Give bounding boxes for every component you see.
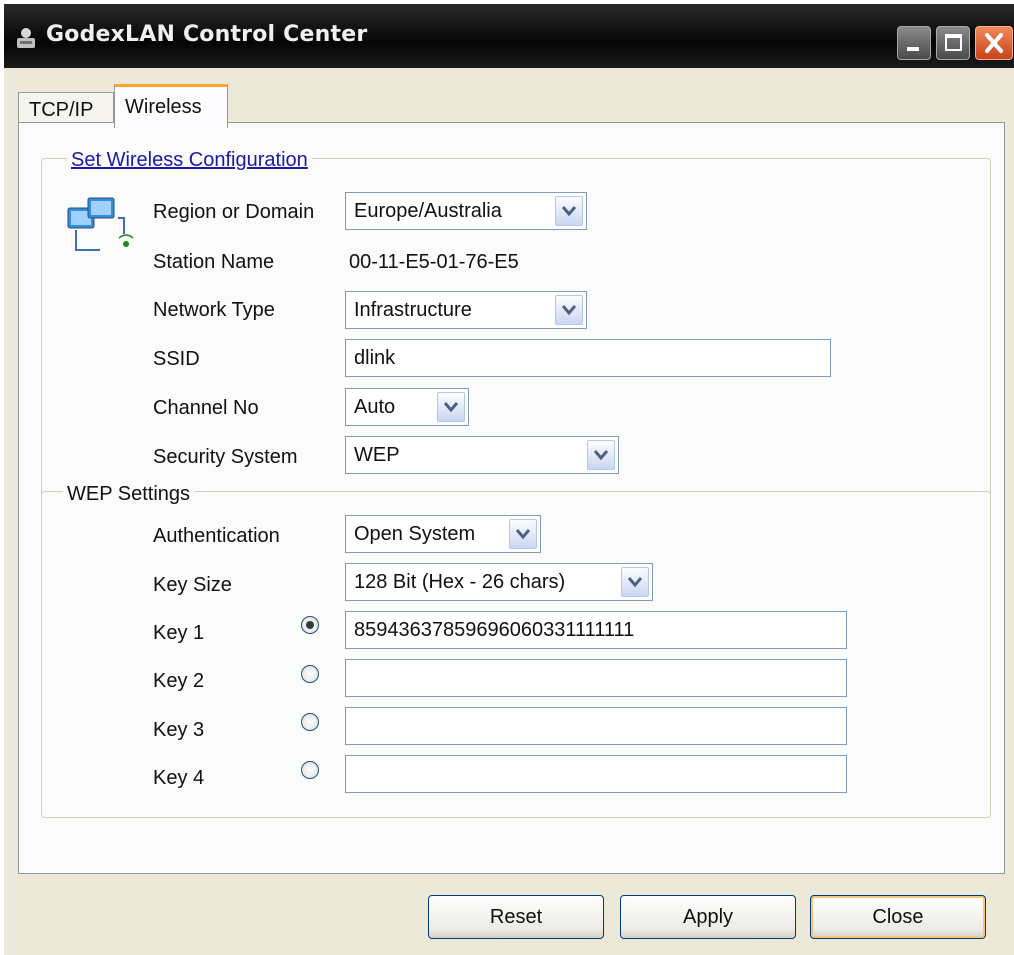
authentication-label: Authentication bbox=[153, 525, 280, 547]
key-3-input[interactable] bbox=[345, 707, 847, 745]
security-value: WEP bbox=[354, 444, 400, 466]
title-bar[interactable]: GodexLAN Control Center bbox=[4, 4, 1014, 68]
network-type-select[interactable]: Infrastructure bbox=[345, 291, 587, 329]
network-type-value: Infrastructure bbox=[354, 299, 472, 321]
close-icon bbox=[985, 33, 1003, 53]
key-4-label: Key 4 bbox=[153, 767, 205, 789]
wep-settings-legend: WEP Settings bbox=[63, 483, 195, 506]
station-name-label: Station Name bbox=[153, 251, 275, 273]
minimize-button[interactable] bbox=[897, 26, 931, 60]
network-type-label: Network Type bbox=[153, 299, 275, 321]
security-label: Security System bbox=[153, 446, 298, 468]
key-size-value: 128 Bit (Hex - 26 chars) bbox=[354, 571, 566, 593]
apply-button[interactable]: Apply bbox=[620, 895, 796, 939]
chevron-down-icon[interactable] bbox=[587, 440, 615, 470]
chevron-down-icon[interactable] bbox=[555, 295, 583, 325]
close-window-button[interactable] bbox=[975, 26, 1013, 60]
key-2-radio[interactable] bbox=[301, 665, 319, 683]
key-2-label: Key 2 bbox=[153, 670, 205, 692]
network-computers-icon bbox=[64, 194, 136, 265]
tab-tcp-ip[interactable]: TCP/IP bbox=[18, 92, 114, 126]
region-select[interactable]: Europe/Australia bbox=[345, 192, 587, 230]
chevron-down-icon[interactable] bbox=[555, 196, 583, 226]
authentication-value: Open System bbox=[354, 523, 476, 545]
key-2-input[interactable] bbox=[345, 659, 847, 697]
control-center-window: GodexLAN Control Center TCP/IP Wireless … bbox=[4, 4, 1014, 955]
region-value: Europe/Australia bbox=[354, 200, 502, 222]
channel-value: Auto bbox=[354, 396, 396, 418]
chevron-down-icon[interactable] bbox=[621, 567, 649, 597]
ssid-label: SSID bbox=[153, 348, 200, 370]
security-select[interactable]: WEP bbox=[345, 436, 619, 474]
close-button[interactable]: Close bbox=[810, 895, 986, 939]
chevron-down-icon[interactable] bbox=[509, 519, 537, 549]
key-3-label: Key 3 bbox=[153, 719, 205, 741]
chevron-down-icon[interactable] bbox=[437, 392, 465, 422]
key-size-select[interactable]: 128 Bit (Hex - 26 chars) bbox=[345, 563, 653, 601]
key-1-label: Key 1 bbox=[153, 622, 205, 644]
channel-select[interactable]: Auto bbox=[345, 388, 469, 426]
station-name-value: 00-11-E5-01-76-E5 bbox=[349, 251, 519, 273]
app-printer-icon bbox=[14, 26, 38, 50]
maximize-button[interactable] bbox=[936, 26, 970, 60]
tab-wireless[interactable]: Wireless bbox=[114, 84, 228, 128]
key-1-input[interactable]: 85943637859696060331111111 bbox=[345, 611, 847, 649]
authentication-select[interactable]: Open System bbox=[345, 515, 541, 553]
region-label: Region or Domain bbox=[153, 201, 315, 223]
key-1-radio[interactable] bbox=[301, 616, 319, 634]
key-3-radio[interactable] bbox=[301, 713, 319, 731]
window-title: GodexLAN Control Center bbox=[46, 22, 368, 47]
ssid-input[interactable]: dlink bbox=[345, 339, 831, 377]
wireless-config-legend[interactable]: Set Wireless Configuration bbox=[67, 149, 312, 172]
channel-label: Channel No bbox=[153, 397, 259, 419]
key-size-label: Key Size bbox=[153, 574, 232, 596]
key-4-radio[interactable] bbox=[301, 761, 319, 779]
reset-button[interactable]: Reset bbox=[428, 895, 604, 939]
key-4-input[interactable] bbox=[345, 755, 847, 793]
